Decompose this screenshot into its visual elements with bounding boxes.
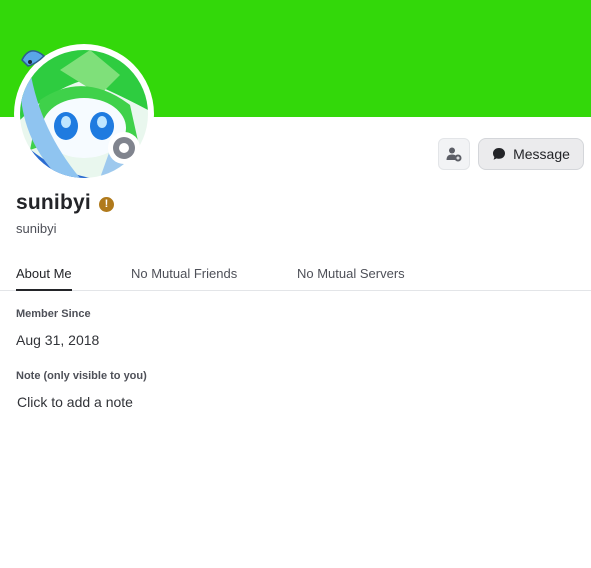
- note-label: Note (only visible to you): [16, 370, 147, 382]
- tab-mutual-friends[interactable]: No Mutual Friends: [131, 266, 237, 289]
- add-friend-button[interactable]: [438, 138, 470, 170]
- warning-badge-icon[interactable]: !: [99, 197, 114, 212]
- tab-about-me[interactable]: About Me: [16, 266, 72, 291]
- member-since-value: Aug 31, 2018: [16, 332, 100, 348]
- chat-bubble-icon: [493, 148, 506, 160]
- message-button-label: Message: [513, 146, 570, 162]
- username: sunibyi: [16, 221, 57, 236]
- member-since-label: Member Since: [16, 308, 91, 320]
- profile-tabs: About Me No Mutual Friends No Mutual Ser…: [0, 262, 591, 291]
- status-indicator: [108, 132, 140, 164]
- add-friend-icon: [446, 147, 462, 162]
- display-name: sunibyi: [16, 191, 91, 214]
- tab-mutual-servers[interactable]: No Mutual Servers: [297, 266, 405, 289]
- message-button[interactable]: Message: [478, 138, 584, 170]
- note-input[interactable]: Click to add a note: [17, 394, 133, 410]
- avatar[interactable]: [10, 40, 158, 188]
- offline-status-icon: [113, 137, 135, 159]
